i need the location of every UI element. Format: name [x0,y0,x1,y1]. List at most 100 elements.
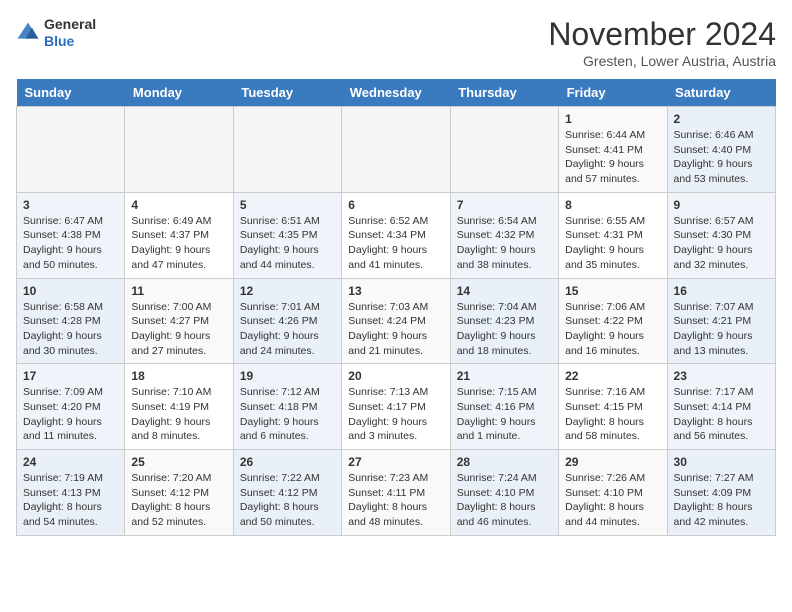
day-cell: 24 Sunrise: 7:19 AM Sunset: 4:13 PM Dayli… [17,450,125,536]
day-number: 20 [348,369,443,383]
day-info: Sunrise: 7:13 AM Sunset: 4:17 PM Dayligh… [348,385,443,444]
calendar-table: SundayMondayTuesdayWednesdayThursdayFrid… [16,79,776,536]
day-number: 29 [565,455,660,469]
day-info: Sunrise: 7:15 AM Sunset: 4:16 PM Dayligh… [457,385,552,444]
day-cell [450,107,558,193]
day-number: 1 [565,112,660,126]
day-number: 17 [23,369,118,383]
day-cell: 21 Sunrise: 7:15 AM Sunset: 4:16 PM Dayli… [450,364,558,450]
day-cell: 30 Sunrise: 7:27 AM Sunset: 4:09 PM Dayli… [667,450,775,536]
day-info: Sunrise: 6:58 AM Sunset: 4:28 PM Dayligh… [23,300,118,359]
day-cell: 19 Sunrise: 7:12 AM Sunset: 4:18 PM Dayli… [233,364,341,450]
weekday-header-wednesday: Wednesday [342,79,450,107]
week-row-5: 24 Sunrise: 7:19 AM Sunset: 4:13 PM Dayli… [17,450,776,536]
day-cell: 8 Sunrise: 6:55 AM Sunset: 4:31 PM Daylig… [559,192,667,278]
weekday-header-tuesday: Tuesday [233,79,341,107]
day-cell: 11Sunrise: 7:00 AM Sunset: 4:27 PM Dayli… [125,278,233,364]
logo-icon [16,21,40,45]
day-cell: 12Sunrise: 7:01 AM Sunset: 4:26 PM Dayli… [233,278,341,364]
day-number: 13 [348,284,443,298]
day-cell: 5Sunrise: 6:51 AM Sunset: 4:35 PM Daylig… [233,192,341,278]
day-info: Sunrise: 7:19 AM Sunset: 4:13 PM Dayligh… [23,471,118,530]
day-info: Sunrise: 7:07 AM Sunset: 4:21 PM Dayligh… [674,300,769,359]
day-number: 30 [674,455,769,469]
weekday-header-row: SundayMondayTuesdayWednesdayThursdayFrid… [17,79,776,107]
day-number: 23 [674,369,769,383]
day-info: Sunrise: 7:27 AM Sunset: 4:09 PM Dayligh… [674,471,769,530]
day-number: 27 [348,455,443,469]
day-cell [233,107,341,193]
day-cell [125,107,233,193]
day-number: 28 [457,455,552,469]
day-info: Sunrise: 7:06 AM Sunset: 4:22 PM Dayligh… [565,300,660,359]
month-title: November 2024 [548,16,776,53]
day-number: 15 [565,284,660,298]
day-cell: 6 Sunrise: 6:52 AM Sunset: 4:34 PM Daylig… [342,192,450,278]
day-number: 18 [131,369,226,383]
day-number: 26 [240,455,335,469]
logo: General Blue [16,16,96,50]
day-cell: 13 Sunrise: 7:03 AM Sunset: 4:24 PM Dayli… [342,278,450,364]
day-info: Sunrise: 6:46 AM Sunset: 4:40 PM Dayligh… [674,128,769,187]
day-info: Sunrise: 7:04 AM Sunset: 4:23 PM Dayligh… [457,300,552,359]
day-cell: 27 Sunrise: 7:23 AM Sunset: 4:11 PM Dayli… [342,450,450,536]
day-cell: 29 Sunrise: 7:26 AM Sunset: 4:10 PM Dayli… [559,450,667,536]
day-info: Sunrise: 6:55 AM Sunset: 4:31 PM Dayligh… [565,214,660,273]
day-cell: 3Sunrise: 6:47 AM Sunset: 4:38 PM Daylig… [17,192,125,278]
day-info: Sunrise: 7:16 AM Sunset: 4:15 PM Dayligh… [565,385,660,444]
calendar-header: SundayMondayTuesdayWednesdayThursdayFrid… [17,79,776,107]
day-number: 5 [240,198,335,212]
day-info: Sunrise: 7:23 AM Sunset: 4:11 PM Dayligh… [348,471,443,530]
day-number: 4 [131,198,226,212]
day-cell: 22Sunrise: 7:16 AM Sunset: 4:15 PM Dayli… [559,364,667,450]
day-info: Sunrise: 7:01 AM Sunset: 4:26 PM Dayligh… [240,300,335,359]
week-row-2: 3Sunrise: 6:47 AM Sunset: 4:38 PM Daylig… [17,192,776,278]
weekday-header-thursday: Thursday [450,79,558,107]
day-info: Sunrise: 7:10 AM Sunset: 4:19 PM Dayligh… [131,385,226,444]
day-info: Sunrise: 7:26 AM Sunset: 4:10 PM Dayligh… [565,471,660,530]
day-cell: 17 Sunrise: 7:09 AM Sunset: 4:20 PM Dayli… [17,364,125,450]
day-cell: 1Sunrise: 6:44 AM Sunset: 4:41 PM Daylig… [559,107,667,193]
weekday-header-saturday: Saturday [667,79,775,107]
day-cell: 15 Sunrise: 7:06 AM Sunset: 4:22 PM Dayli… [559,278,667,364]
day-number: 7 [457,198,552,212]
logo-blue: Blue [44,33,96,50]
day-cell: 16Sunrise: 7:07 AM Sunset: 4:21 PM Dayli… [667,278,775,364]
day-number: 8 [565,198,660,212]
day-info: Sunrise: 6:47 AM Sunset: 4:38 PM Dayligh… [23,214,118,273]
day-cell: 2 Sunrise: 6:46 AM Sunset: 4:40 PM Daylig… [667,107,775,193]
weekday-header-sunday: Sunday [17,79,125,107]
day-info: Sunrise: 6:49 AM Sunset: 4:37 PM Dayligh… [131,214,226,273]
day-info: Sunrise: 6:52 AM Sunset: 4:34 PM Dayligh… [348,214,443,273]
day-number: 14 [457,284,552,298]
day-info: Sunrise: 7:00 AM Sunset: 4:27 PM Dayligh… [131,300,226,359]
day-info: Sunrise: 7:20 AM Sunset: 4:12 PM Dayligh… [131,471,226,530]
weekday-header-friday: Friday [559,79,667,107]
day-number: 19 [240,369,335,383]
day-info: Sunrise: 7:09 AM Sunset: 4:20 PM Dayligh… [23,385,118,444]
day-cell: 10 Sunrise: 6:58 AM Sunset: 4:28 PM Dayli… [17,278,125,364]
day-cell: 18 Sunrise: 7:10 AM Sunset: 4:19 PM Dayli… [125,364,233,450]
day-number: 6 [348,198,443,212]
day-number: 21 [457,369,552,383]
day-info: Sunrise: 6:54 AM Sunset: 4:32 PM Dayligh… [457,214,552,273]
day-cell: 26 Sunrise: 7:22 AM Sunset: 4:12 PM Dayli… [233,450,341,536]
day-info: Sunrise: 7:03 AM Sunset: 4:24 PM Dayligh… [348,300,443,359]
day-info: Sunrise: 7:24 AM Sunset: 4:10 PM Dayligh… [457,471,552,530]
calendar-body: 1Sunrise: 6:44 AM Sunset: 4:41 PM Daylig… [17,107,776,536]
day-info: Sunrise: 7:22 AM Sunset: 4:12 PM Dayligh… [240,471,335,530]
week-row-1: 1Sunrise: 6:44 AM Sunset: 4:41 PM Daylig… [17,107,776,193]
day-number: 2 [674,112,769,126]
day-cell: 14 Sunrise: 7:04 AM Sunset: 4:23 PM Dayli… [450,278,558,364]
location-subtitle: Gresten, Lower Austria, Austria [548,53,776,69]
day-cell: 4 Sunrise: 6:49 AM Sunset: 4:37 PM Daylig… [125,192,233,278]
day-cell: 7 Sunrise: 6:54 AM Sunset: 4:32 PM Daylig… [450,192,558,278]
day-info: Sunrise: 7:12 AM Sunset: 4:18 PM Dayligh… [240,385,335,444]
day-number: 9 [674,198,769,212]
day-number: 24 [23,455,118,469]
day-number: 10 [23,284,118,298]
day-cell [17,107,125,193]
logo-general: General [44,16,96,33]
day-cell: 23Sunrise: 7:17 AM Sunset: 4:14 PM Dayli… [667,364,775,450]
week-row-4: 17 Sunrise: 7:09 AM Sunset: 4:20 PM Dayli… [17,364,776,450]
